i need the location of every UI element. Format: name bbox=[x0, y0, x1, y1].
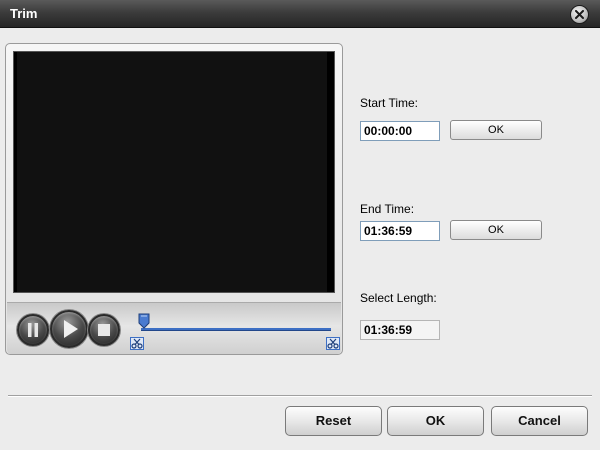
video-frame bbox=[17, 52, 327, 292]
title-bar: Trim bbox=[0, 0, 600, 28]
video-preview bbox=[13, 51, 335, 293]
play-icon bbox=[64, 320, 78, 338]
playhead-handle-icon[interactable] bbox=[138, 313, 150, 329]
pause-icon bbox=[28, 323, 38, 337]
pause-button[interactable] bbox=[17, 314, 49, 346]
end-time-label: End Time: bbox=[360, 202, 415, 216]
trim-timeline[interactable] bbox=[141, 328, 331, 331]
end-time-ok-button[interactable]: OK bbox=[450, 220, 542, 240]
select-length-label: Select Length: bbox=[360, 291, 437, 305]
start-trim-scissors-icon[interactable] bbox=[130, 337, 144, 350]
window-title: Trim bbox=[10, 6, 38, 21]
trim-dialog: Trim Start Time: 00:00:00 OK End Time: 0… bbox=[0, 0, 600, 450]
ok-button[interactable]: OK bbox=[387, 406, 484, 436]
reset-button[interactable]: Reset bbox=[285, 406, 382, 436]
start-time-label: Start Time: bbox=[360, 96, 419, 110]
close-icon bbox=[575, 10, 584, 19]
start-time-input[interactable]: 00:00:00 bbox=[360, 121, 440, 141]
stop-button[interactable] bbox=[88, 314, 120, 346]
close-button[interactable] bbox=[570, 5, 589, 24]
end-trim-scissors-icon[interactable] bbox=[326, 337, 340, 350]
stop-icon bbox=[98, 324, 110, 336]
select-length-value: 01:36:59 bbox=[360, 320, 440, 340]
end-time-input[interactable]: 01:36:59 bbox=[360, 221, 440, 241]
cancel-button[interactable]: Cancel bbox=[491, 406, 588, 436]
footer-separator bbox=[8, 395, 592, 397]
playback-controls bbox=[7, 302, 341, 354]
video-player-panel bbox=[5, 43, 343, 355]
start-time-ok-button[interactable]: OK bbox=[450, 120, 542, 140]
play-button[interactable] bbox=[50, 310, 88, 348]
